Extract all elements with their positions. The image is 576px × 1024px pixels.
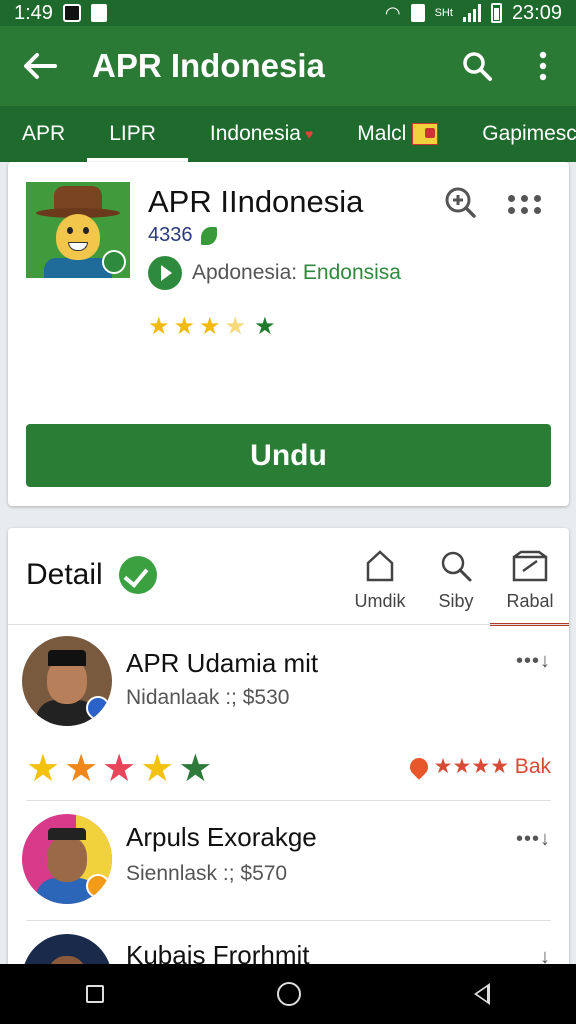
rating-stars: ★ ★ ★ ★ ★ <box>148 312 276 341</box>
app-meta-count: 4336 <box>148 224 193 246</box>
app-meta: 4336 <box>148 224 217 247</box>
app-title: APR IIndonesia <box>148 184 364 219</box>
star-icon: ★ <box>64 748 99 790</box>
tab-label: LIPR <box>109 122 156 145</box>
system-nav-bar <box>0 964 576 1024</box>
status-time-left: 1:49 <box>14 1 53 24</box>
more-vert-icon <box>539 51 547 81</box>
check-icon <box>118 556 157 594</box>
avatar <box>22 934 112 968</box>
avatar <box>22 636 112 726</box>
side-tab-label: Siby <box>438 591 474 611</box>
home-button[interactable] <box>276 982 301 1006</box>
item-rating-stars: ★ ★ ★ ★ ★ <box>26 746 212 791</box>
app-notification-icon <box>90 4 107 22</box>
list-item[interactable]: Kubais Frorhmit ↓ <box>8 920 569 968</box>
tray-icon <box>512 550 548 582</box>
item-subtitle: Siennlask :; $570 <box>126 862 288 885</box>
zoom-button[interactable] <box>440 182 480 222</box>
notification-icon <box>62 4 81 22</box>
tab-indonesia[interactable]: Indonesia ♥ <box>188 106 335 162</box>
item-name: APR Udamia mit <box>126 648 319 678</box>
detail-title: Detail <box>26 558 103 591</box>
tab-label: APR <box>22 122 66 145</box>
overflow-menu-button[interactable] <box>510 26 576 106</box>
verified-icon <box>102 250 126 274</box>
tab-malcl[interactable]: Malcl <box>335 106 460 162</box>
signal-icon <box>462 4 481 22</box>
leaf-icon <box>200 226 217 245</box>
search-icon <box>463 52 492 81</box>
search-button[interactable] <box>444 26 510 106</box>
item-more-button[interactable]: •••↓ <box>516 828 551 851</box>
tab-strip: APR LIPR Indonesia ♥ Malcl Gapimesc <box>0 106 576 162</box>
heart-icon: ♥ <box>304 126 314 142</box>
star-half-icon: ★ <box>224 313 247 340</box>
app-bar: APR Indonesia <box>0 26 576 106</box>
developer-prefix: Apdonesia: <box>192 261 303 284</box>
list-item[interactable]: APR Udamia mit Nidanlaak :; $530 •••↓ ★ … <box>8 624 569 800</box>
back-button[interactable] <box>0 26 80 106</box>
location-pin-icon <box>405 753 432 780</box>
side-tab-label: Rabal <box>506 591 554 611</box>
star-icon: ★ <box>254 313 276 340</box>
back-nav-button[interactable] <box>473 983 490 1005</box>
tab-label: Gapimesc <box>482 122 576 145</box>
avatar <box>22 814 112 904</box>
search-icon <box>441 551 472 582</box>
network-label: SHt <box>434 7 453 19</box>
wifi-icon: ◠ <box>384 2 401 23</box>
recents-button[interactable] <box>86 985 105 1003</box>
star-icon: ★ <box>148 313 170 340</box>
developer-row[interactable]: Apdonesia: Endonsisa <box>148 256 401 290</box>
list-item[interactable]: Arpuls Exorakge Siennlask :; $570 •••↓ <box>8 800 569 920</box>
star-icon: ★ <box>102 748 137 790</box>
item-name: Arpuls Exorakge <box>126 822 317 852</box>
star-icon: ★ <box>199 313 221 340</box>
tab-label: Indonesia <box>209 122 301 145</box>
status-time-right: 23:09 <box>511 1 562 24</box>
home-icon <box>366 550 394 582</box>
item-more-button[interactable]: •••↓ <box>516 650 551 673</box>
more-options-button[interactable] <box>508 184 548 224</box>
detail-header: Detail <box>26 556 157 594</box>
badge-icon <box>86 874 110 898</box>
verified-badge-icon <box>86 696 110 720</box>
tab-gapimesc[interactable]: Gapimesc <box>460 106 576 162</box>
item-tag[interactable]: ★★★★ Bak <box>405 753 551 780</box>
side-tab-umdik[interactable]: Umdik <box>340 546 420 626</box>
battery-icon <box>490 3 502 23</box>
tab-label: Malcl <box>357 122 407 145</box>
star-icon: ★ <box>140 748 175 790</box>
side-tab-siby[interactable]: Siby <box>416 546 496 626</box>
developer-link[interactable]: Endonsisa <box>303 261 401 284</box>
star-icon: ★ <box>173 313 196 340</box>
arrow-left-icon <box>24 53 57 79</box>
status-bar: 1:49 ◠ SHt 23:09 <box>0 0 576 26</box>
item-tag-label: ★★★★ Bak <box>433 755 551 778</box>
badge-icon <box>412 123 439 145</box>
app-card: APR IIndonesia 4336 Apdonesia: Endonsisa… <box>8 162 569 506</box>
side-tab-rabal[interactable]: Rabal <box>490 546 569 626</box>
tab-apr[interactable]: APR <box>0 106 87 162</box>
vibrate-icon <box>410 4 425 22</box>
install-button[interactable]: Undu <box>26 424 551 487</box>
side-tab-label: Umdik <box>354 591 406 611</box>
app-icon <box>26 182 130 278</box>
tab-lipr[interactable]: LIPR <box>87 106 188 162</box>
app-bar-title: APR Indonesia <box>92 47 325 84</box>
play-icon <box>148 256 182 290</box>
item-subtitle: Nidanlaak :; $530 <box>126 686 290 709</box>
zoom-in-icon <box>445 187 476 218</box>
star-icon: ★ <box>178 748 213 790</box>
detail-card: Detail Umdik Siby Rabal APR Udamia mit N… <box>8 528 569 968</box>
star-icon: ★ <box>26 748 61 790</box>
